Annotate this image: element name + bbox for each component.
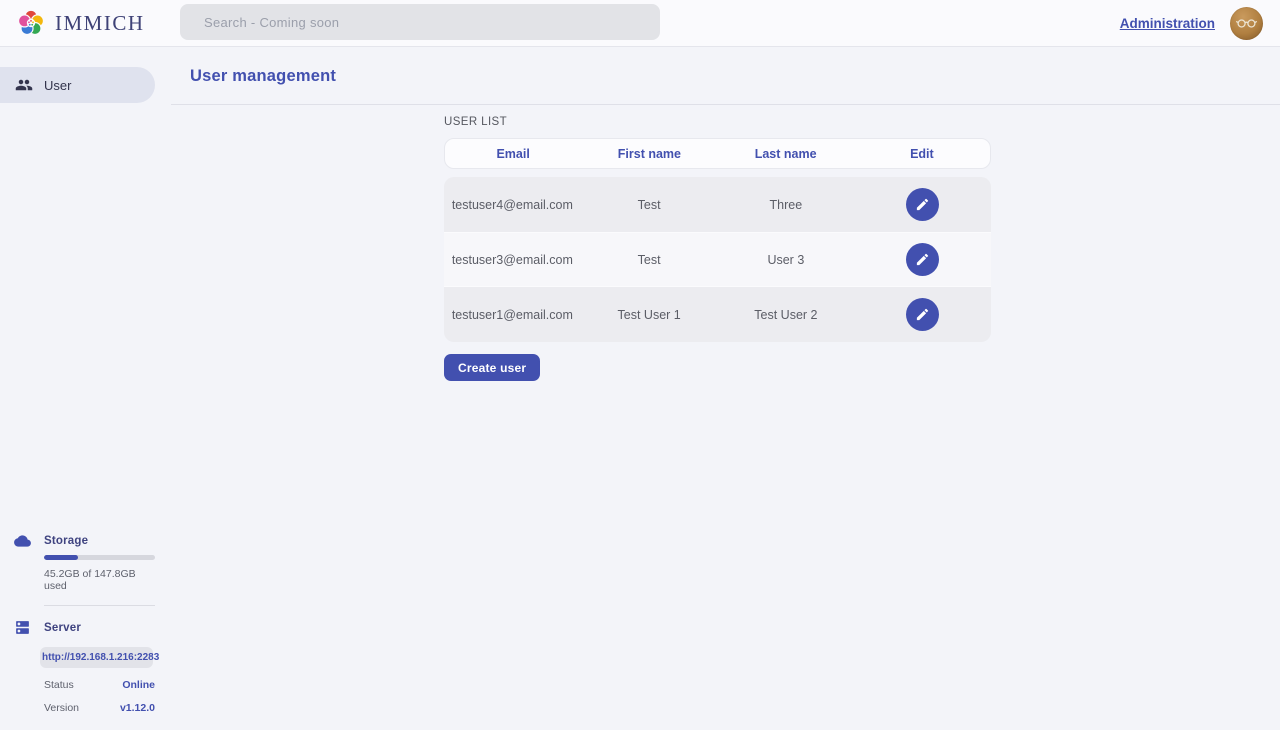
server-version-label: Version (44, 702, 79, 714)
sidebar: User Storage 45.2GB of 147.8GB used (0, 47, 155, 730)
column-header-email: Email (445, 147, 581, 161)
cell-email: testuser1@email.com (444, 308, 581, 322)
cell-edit (854, 298, 991, 331)
storage-usage-text: 45.2GB of 147.8GB used (44, 568, 155, 592)
table-row: testuser3@email.com Test User 3 (444, 232, 991, 287)
search-input[interactable] (180, 4, 660, 40)
sidebar-item-user[interactable]: User (0, 67, 155, 103)
page-title-bar: User management (155, 47, 1280, 105)
column-header-first-name: First name (581, 147, 717, 161)
sidebar-item-user-label: User (44, 78, 71, 93)
cell-edit (854, 188, 991, 221)
brand[interactable]: IMMICH (0, 8, 145, 38)
top-bar: IMMICH Administration (0, 0, 1280, 47)
cell-last-name: Test User 2 (718, 308, 855, 322)
table-body: testuser4@email.com Test Three testuser3… (444, 177, 991, 342)
column-header-edit: Edit (854, 147, 990, 161)
storage-progress-bar (44, 555, 155, 560)
search-bar (180, 4, 660, 40)
table-header: Email First name Last name Edit (444, 138, 991, 169)
user-avatar[interactable] (1230, 7, 1263, 40)
server-status-label: Status (44, 679, 74, 691)
column-header-last-name: Last name (718, 147, 854, 161)
edit-user-button[interactable] (906, 188, 939, 221)
edit-user-button[interactable] (906, 298, 939, 331)
storage-title: Storage (44, 535, 88, 547)
server-url: http://192.168.1.216:2283 (40, 647, 153, 668)
table-row: testuser1@email.com Test User 1 Test Use… (444, 287, 991, 342)
sidebar-footer: Storage 45.2GB of 147.8GB used Server ht… (0, 534, 155, 730)
cell-first-name: Test (581, 198, 718, 212)
cell-edit (854, 243, 991, 276)
server-version-value: v1.12.0 (120, 702, 155, 714)
pencil-icon (915, 252, 930, 267)
pencil-icon (915, 307, 930, 322)
cell-last-name: Three (718, 198, 855, 212)
server-status-value: Online (122, 679, 155, 691)
create-user-button[interactable]: Create user (444, 354, 540, 381)
cell-first-name: Test (581, 253, 718, 267)
cell-first-name: Test User 1 (581, 308, 718, 322)
cell-email: testuser3@email.com (444, 253, 581, 267)
server-title: Server (44, 622, 81, 634)
brand-title: IMMICH (55, 11, 145, 36)
section-title: USER LIST (444, 116, 991, 128)
storage-progress-fill (44, 555, 78, 560)
users-group-icon (15, 76, 33, 94)
page-title: User management (190, 67, 336, 86)
edit-user-button[interactable] (906, 243, 939, 276)
cell-last-name: User 3 (718, 253, 855, 267)
server-icon (14, 619, 31, 636)
sidebar-divider (44, 605, 155, 606)
immich-logo-icon (16, 8, 46, 38)
glasses-icon (1236, 18, 1257, 29)
table-row: testuser4@email.com Test Three (444, 177, 991, 232)
main-content: User management USER LIST Email First na… (155, 47, 1280, 730)
cloud-icon (14, 534, 31, 548)
cell-email: testuser4@email.com (444, 198, 581, 212)
administration-link[interactable]: Administration (1120, 16, 1215, 31)
pencil-icon (915, 197, 930, 212)
